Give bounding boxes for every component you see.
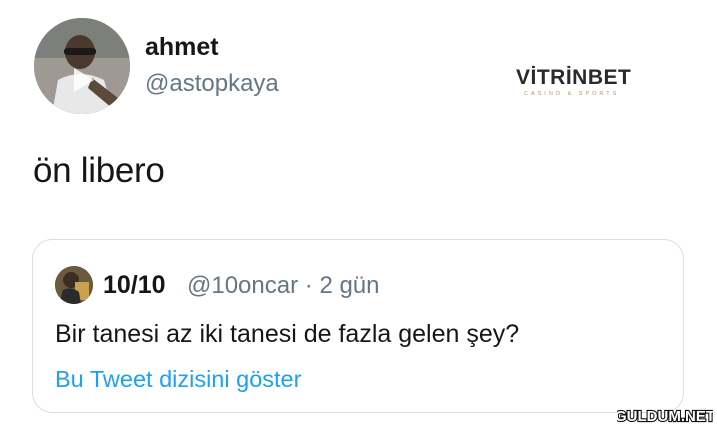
quoted-tweet-text: Bir tanesi az iki tanesi de fazla gelen … bbox=[55, 320, 520, 348]
tweet-text: ön libero bbox=[33, 151, 165, 190]
quoted-author-photo bbox=[55, 266, 93, 304]
author-handle[interactable]: @astopkaya bbox=[145, 70, 279, 98]
svg-text:GULDUM.NET: GULDUM.NET bbox=[617, 408, 713, 424]
quoted-author-meta: @10oncar · 2 gün bbox=[187, 272, 380, 300]
vitrinbet-watermark-logo: VİTRİNBET CASINO & SPORTS bbox=[516, 66, 631, 97]
quoted-author-handle[interactable]: @10oncar bbox=[187, 272, 298, 299]
show-thread-link[interactable]: Bu Tweet dizisini göster bbox=[55, 366, 301, 393]
quoted-tweet-card[interactable]: 10/10 @10oncar · 2 gün Bir tanesi az iki… bbox=[32, 239, 684, 413]
quoted-author-display-name[interactable]: 10/10 bbox=[103, 271, 166, 300]
guldum-watermark-logo: GULDUM.NET bbox=[617, 407, 713, 424]
quoted-tweet-time[interactable]: 2 gün bbox=[319, 272, 379, 299]
svg-text:VİTRİNBET: VİTRİNBET bbox=[516, 66, 631, 89]
meta-separator: · bbox=[304, 272, 313, 299]
author-photo bbox=[34, 18, 130, 114]
author-avatar[interactable] bbox=[34, 18, 130, 114]
svg-text:CASINO & SPORTS: CASINO & SPORTS bbox=[524, 91, 619, 97]
author-display-name[interactable]: ahmet bbox=[145, 33, 219, 62]
quoted-author-avatar[interactable] bbox=[55, 266, 93, 304]
